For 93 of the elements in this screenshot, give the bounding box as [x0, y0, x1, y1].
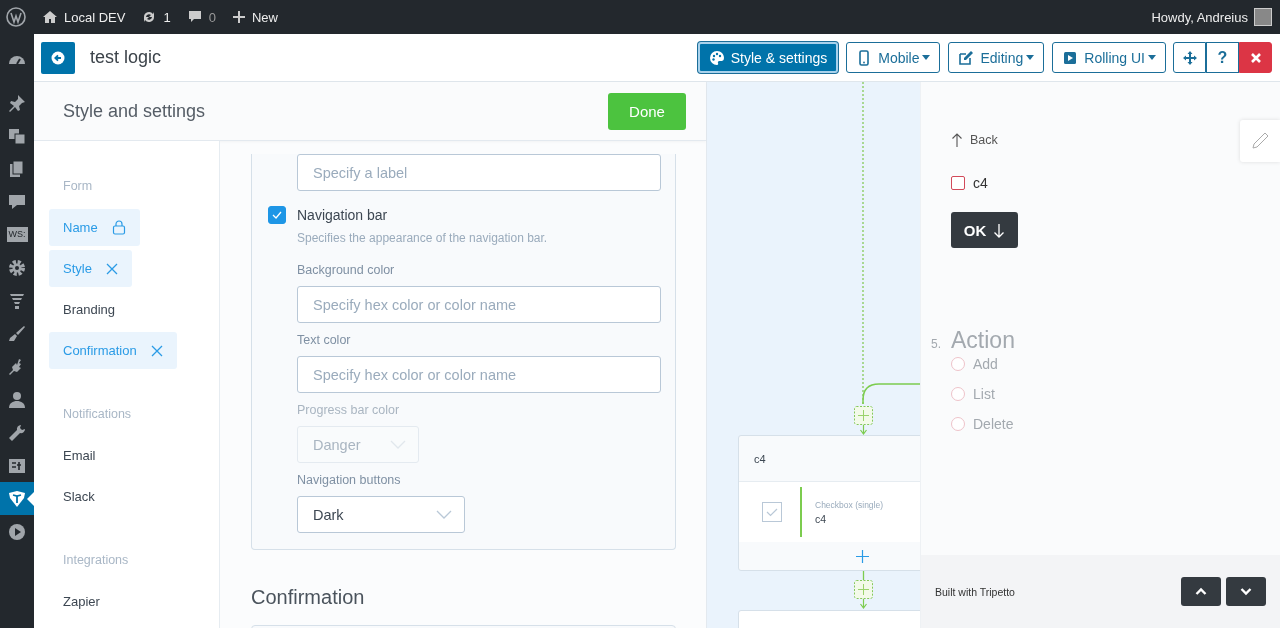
add-block-button[interactable]: [856, 549, 869, 563]
brush-icon[interactable]: [7, 323, 27, 344]
remove-icon[interactable]: [150, 344, 163, 357]
question-number: 5.: [931, 337, 942, 351]
updates-count[interactable]: 1: [163, 9, 171, 25]
radio-label: Delete: [973, 416, 1014, 432]
back-button[interactable]: [41, 41, 75, 74]
nav-item[interactable]: Zapier: [49, 583, 114, 620]
panel-title: Style and settings: [63, 100, 206, 122]
input-field[interactable]: Specify hex color or color name: [297, 286, 661, 323]
toolbar-button[interactable]: Style & settings: [697, 42, 839, 73]
play-icon[interactable]: [7, 521, 27, 542]
branch-line: [862, 383, 920, 405]
field-description: Specifies the appearance of the navigation bar.: [297, 230, 549, 246]
plus-icon: [856, 549, 869, 563]
dropdown[interactable]: Dark: [297, 496, 465, 533]
remove-icon[interactable]: [105, 262, 118, 275]
pencil-icon: [1251, 132, 1269, 150]
add-node-button[interactable]: [854, 580, 873, 599]
block-card[interactable]: c4 Checkbox (single) c4: [738, 435, 920, 571]
nav-item[interactable]: Slack: [49, 478, 109, 515]
chevron-down-icon: [1240, 587, 1252, 596]
nav-item[interactable]: Email: [49, 437, 110, 474]
checkbox-icon: [762, 502, 782, 522]
nav-item[interactable]: Branding: [49, 291, 130, 328]
block-row[interactable]: Checkbox (single) c4: [739, 482, 920, 542]
close-icon: [1249, 51, 1262, 64]
radio-button[interactable]: [951, 417, 965, 431]
comment-icon: [186, 9, 203, 25]
dropdown: Danger: [297, 426, 419, 463]
input-field[interactable]: Specify a label: [297, 154, 661, 191]
arrow-icon: [859, 424, 868, 435]
radio-button[interactable]: [951, 357, 965, 371]
new-link[interactable]: New: [251, 9, 278, 25]
up-arrow-icon: [951, 133, 963, 147]
toolbar-button[interactable]: Rolling UI: [1052, 42, 1166, 73]
back-link[interactable]: Back: [951, 133, 998, 147]
down-arrow-icon: [993, 222, 1006, 238]
checkbox[interactable]: [268, 206, 286, 224]
checkbox-label: c4: [973, 175, 988, 191]
greeting-link[interactable]: Howdy, Andreius: [1151, 9, 1248, 25]
branding-link[interactable]: Built with Tripetto: [935, 585, 1176, 598]
arrow-icon: [859, 598, 868, 609]
radio-label: Add: [973, 356, 998, 372]
move-button[interactable]: [1173, 42, 1206, 73]
check-icon: [271, 209, 283, 221]
block-type: Checkbox (single): [815, 499, 884, 510]
checkbox-label: Navigation bar: [297, 207, 388, 223]
play-icon: [1062, 49, 1079, 66]
chevron-down-icon: [390, 440, 406, 449]
question-title: Action: [951, 327, 1015, 354]
add-node-button[interactable]: [854, 406, 873, 425]
previous-button[interactable]: [1181, 577, 1221, 606]
menu-label[interactable]: WS:: [6, 227, 28, 242]
lock-icon: [111, 220, 126, 235]
checkbox[interactable]: [951, 176, 965, 190]
gear-icon[interactable]: [7, 257, 27, 278]
wordpress-logo-icon[interactable]: [6, 7, 26, 27]
field-label: Progress bar color: [297, 402, 401, 418]
field-label: Navigation buttons: [297, 472, 402, 488]
pin-icon[interactable]: [7, 92, 27, 113]
wrench-icon[interactable]: [7, 422, 27, 443]
toolbar-button[interactable]: Editing: [948, 42, 1045, 73]
back-arrow-icon: [51, 50, 65, 65]
menu-item-highlight[interactable]: [0, 482, 34, 515]
avatar-placeholder: [1254, 8, 1272, 26]
block-name: c4: [815, 512, 828, 525]
help-button[interactable]: ?: [1206, 42, 1239, 73]
field-label: Background color: [297, 262, 396, 278]
input-field[interactable]: Specify hex color or color name: [297, 356, 661, 393]
chevron-down-icon: [436, 510, 452, 519]
logo-icon[interactable]: [7, 488, 27, 509]
next-button[interactable]: [1226, 577, 1266, 606]
radio-label: List: [973, 386, 995, 402]
edit-icon: [958, 49, 975, 66]
form-title: test logic: [90, 47, 162, 68]
ok-button[interactable]: OK: [951, 212, 1018, 248]
nav-heading: Integrations: [62, 552, 130, 569]
field-label: Text color: [297, 332, 352, 348]
home-icon: [42, 9, 58, 25]
nav-heading: Notifications: [62, 406, 133, 423]
palette-icon: [708, 49, 725, 66]
nav-heading: Form: [62, 178, 94, 195]
site-name-link[interactable]: Local DEV: [64, 9, 126, 25]
toolbar-button[interactable]: Mobile: [846, 42, 941, 73]
comments-count[interactable]: 0: [208, 9, 216, 25]
chevron-up-icon: [1195, 587, 1207, 596]
plus-icon: [231, 10, 246, 24]
radio-button[interactable]: [951, 387, 965, 401]
move-icon: [1181, 49, 1198, 66]
user-icon[interactable]: [7, 389, 27, 410]
close-button[interactable]: [1239, 42, 1272, 73]
section-heading: Confirmation: [251, 585, 366, 609]
